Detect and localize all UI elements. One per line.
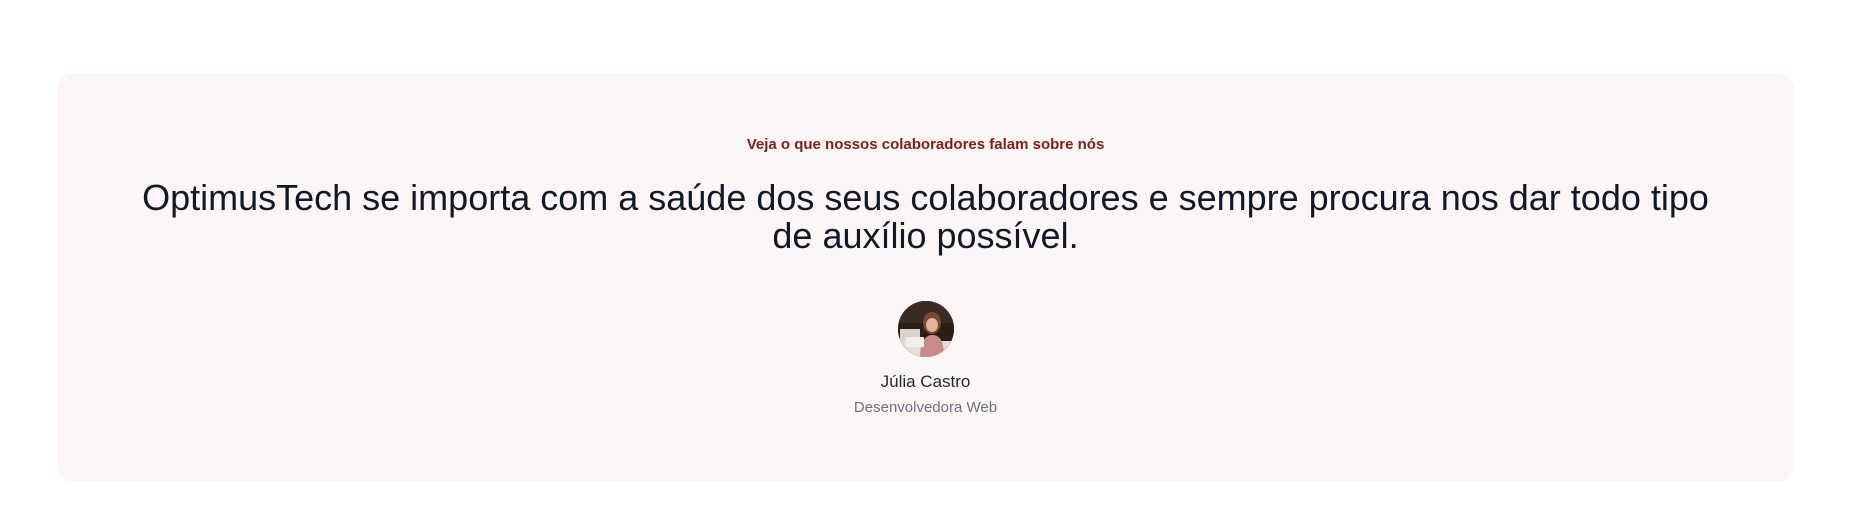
testimonial-quote: OptimusTech se importa com a saúde dos s… [142, 177, 1709, 256]
author-name: Júlia Castro [880, 372, 971, 391]
testimonial-eyebrow: Veja o que nossos colaboradores falam so… [746, 136, 1105, 153]
testimonial-card: Veja o que nossos colaboradores falam so… [57, 73, 1794, 482]
author-role: Desenvolvedora Web [853, 399, 998, 416]
avatar-photo [897, 301, 954, 357]
page: Veja o que nossos colaboradores falam so… [0, 0, 1851, 524]
avatar [897, 301, 954, 357]
